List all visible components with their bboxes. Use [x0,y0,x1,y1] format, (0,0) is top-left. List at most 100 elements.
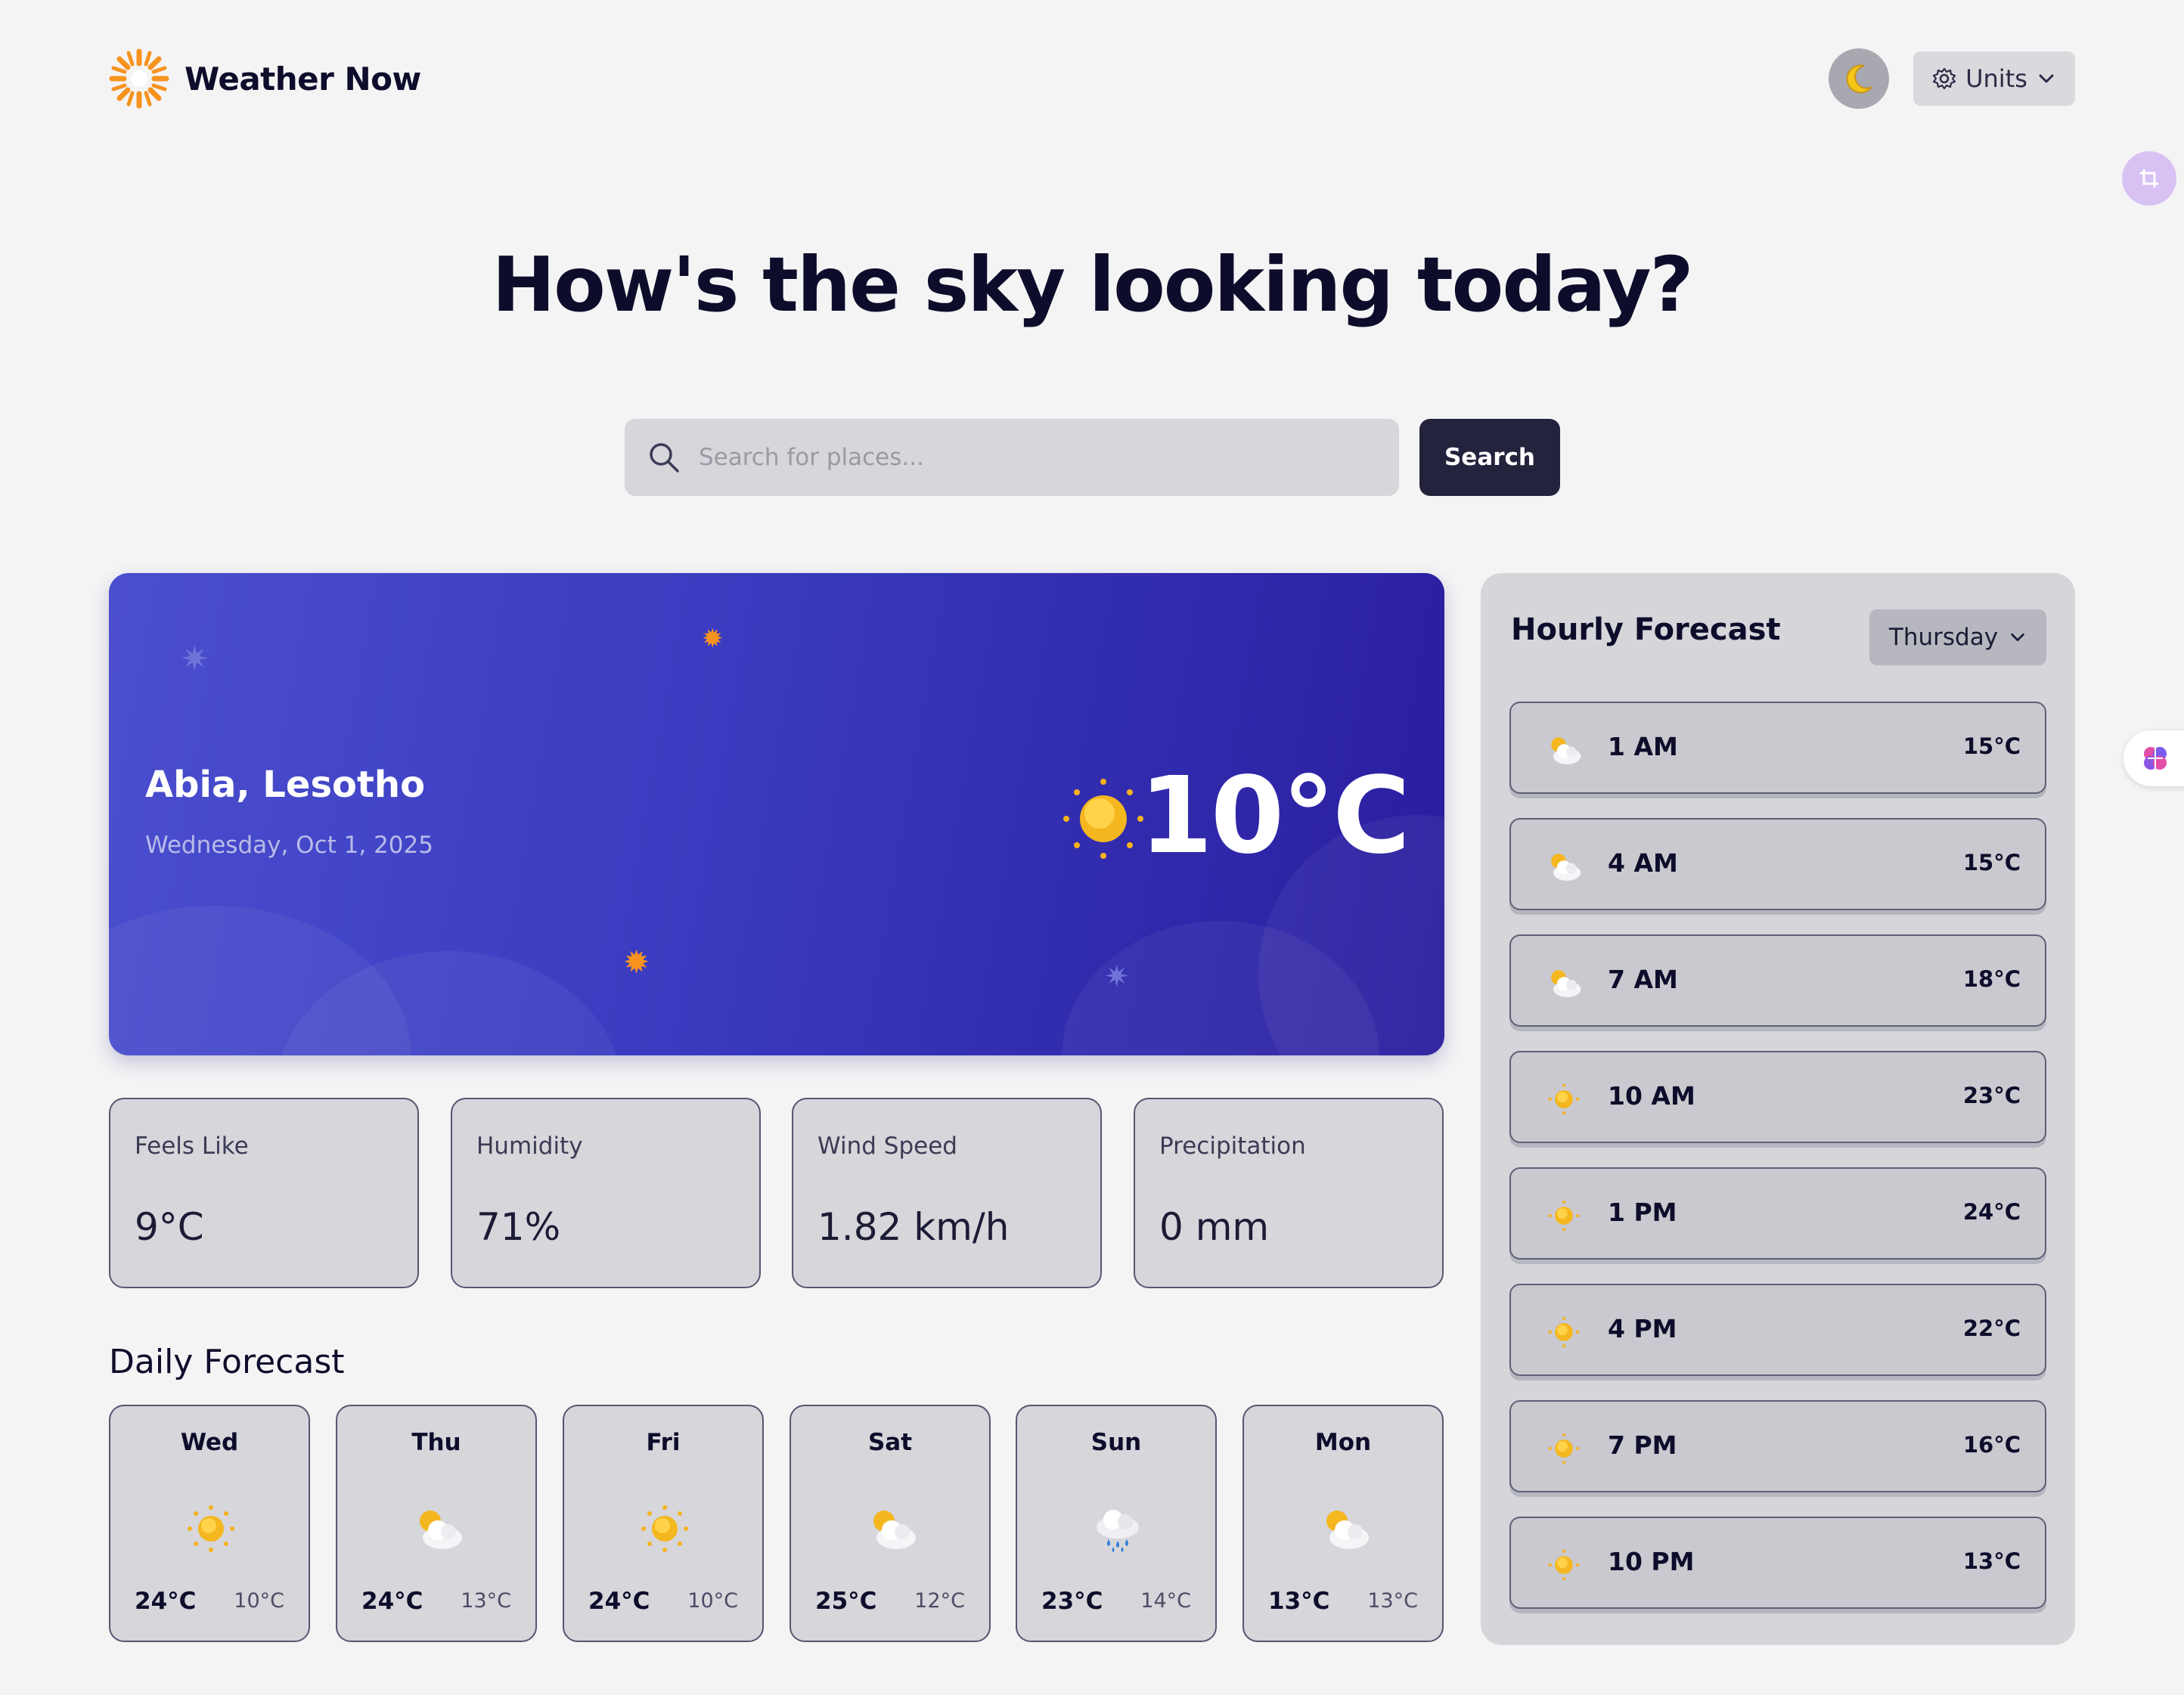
metric-card-precipitation: Precipitation 0 mm [1134,1098,1444,1288]
hourly-row: 4 PM 22°C [1509,1284,2046,1376]
sunny-icon [188,1505,234,1552]
day-high-temp: 13°C [1268,1588,1330,1615]
metric-card-humidity: Humidity 71% [451,1098,761,1288]
hour-temp: 16°C [1962,1432,2021,1458]
hour-time: 4 AM [1608,848,1678,878]
assistant-side-tab[interactable] [2124,730,2184,786]
sun-logo-icon [109,48,169,109]
sunny-icon [1548,1316,1580,1348]
chevron-down-icon [2039,74,2054,83]
search-button[interactable]: Search [1419,419,1560,496]
day-low-temp: 10°C [687,1589,738,1613]
hour-time: 1 PM [1608,1198,1677,1227]
day-low-temp: 10°C [234,1589,284,1613]
chevron-down-icon [2011,633,2024,642]
day-name: Sun [1090,1429,1142,1456]
daily-forecast-card[interactable]: Sun 23°C 14°C [1016,1405,1217,1642]
current-date: Wednesday, Oct 1, 2025 [145,832,433,859]
hour-time: 4 PM [1608,1314,1677,1343]
daily-forecast-title: Daily Forecast [109,1343,345,1381]
hour-temp: 18°C [1962,966,2021,992]
partly-cloudy-icon [1551,854,1581,881]
metric-card-feels-like: Feels Like 9°C [109,1098,419,1288]
crop-tool-button[interactable] [2122,151,2176,206]
day-high-temp: 24°C [135,1588,197,1615]
day-high-temp: 24°C [588,1588,650,1615]
day-selector-dropdown[interactable]: Thursday [1869,609,2046,665]
search-input[interactable] [697,443,1366,472]
hourly-forecast-title: Hourly Forecast [1511,612,1781,647]
hour-time: 7 AM [1608,965,1678,994]
metric-value: 71% [476,1205,561,1249]
partly-cloudy-icon [1551,737,1581,764]
sun-icon [1063,779,1143,859]
metric-label: Precipitation [1159,1133,1306,1160]
day-low-temp: 13°C [1367,1589,1418,1613]
day-name: Wed [180,1429,239,1456]
units-dropdown[interactable]: Units [1913,51,2075,106]
daily-forecast-card[interactable]: Sat 25°C 12°C [790,1405,991,1642]
metric-label: Wind Speed [817,1133,957,1160]
day-name: Mon [1314,1429,1372,1456]
daily-forecast-card[interactable]: Mon 13°C 13°C [1242,1405,1444,1642]
search-icon [650,443,679,473]
hourly-row: 4 AM 15°C [1509,818,2046,910]
metric-label: Humidity [476,1133,583,1160]
page-headline: How's the sky looking today? [492,240,1693,329]
sparkle-decoration: ✹ [623,944,650,981]
hour-temp: 24°C [1962,1199,2021,1225]
hour-temp: 23°C [1962,1083,2021,1108]
hourly-row: 10 AM 23°C [1509,1051,2046,1143]
partly-cloudy-icon [1326,1511,1369,1549]
metric-value: 1.82 km/h [817,1205,1010,1249]
current-temperature: 10°C [1139,755,1410,878]
day-name: Fri [646,1429,681,1456]
sparkle-decoration: ✷ [180,638,209,679]
day-low-temp: 12°C [914,1589,965,1613]
units-label: Units [1965,64,2027,93]
day-high-temp: 25°C [815,1588,877,1615]
hour-time: 7 PM [1608,1430,1677,1460]
daily-forecast-card[interactable]: Thu 24°C 13°C [336,1405,537,1642]
hour-time: 1 AM [1608,732,1678,761]
sunny-icon [641,1505,688,1552]
location-name: Abia, Lesotho [145,764,426,806]
metric-card-wind-speed: Wind Speed 1.82 km/h [792,1098,1102,1288]
sunny-icon [1548,1083,1580,1115]
day-name: Thu [411,1429,461,1456]
day-high-temp: 23°C [1041,1588,1103,1615]
day-low-temp: 13°C [461,1589,511,1613]
partly-cloudy-icon [1551,970,1581,997]
sunny-icon [1548,1200,1580,1232]
moon-icon [1846,64,1872,94]
sparkle-decoration: ✹ [702,624,724,654]
rain-icon [1097,1510,1139,1552]
partly-cloudy-icon [420,1511,462,1549]
metric-label: Feels Like [135,1133,249,1160]
brain-icon [2144,747,2167,770]
search-box[interactable] [625,419,1399,496]
sparkle-decoration: ✷ [1104,959,1130,994]
hourly-row: 1 AM 15°C [1509,702,2046,794]
hour-temp: 13°C [1962,1548,2021,1574]
daily-forecast-card[interactable]: Fri 24°C 10°C [563,1405,764,1642]
hour-temp: 15°C [1962,850,2021,875]
hour-time: 10 AM [1608,1081,1695,1111]
day-high-temp: 24°C [361,1588,423,1615]
day-low-temp: 14°C [1140,1589,1191,1613]
app-name: Weather Now [185,60,421,98]
hourly-row: 1 PM 24°C [1509,1167,2046,1260]
metric-value: 0 mm [1159,1205,1270,1249]
hour-temp: 22°C [1962,1315,2021,1341]
current-weather-card: ✷ ✹ ✹ ✷ Abia, Lesotho Wednesday, Oct 1, … [109,573,1444,1055]
theme-toggle-button[interactable] [1829,48,1889,109]
hourly-row: 7 PM 16°C [1509,1400,2046,1492]
sunny-icon [1548,1549,1580,1581]
hourly-forecast-panel: Hourly Forecast Thursday 1 AM 15°C 4 AM … [1481,573,2075,1645]
day-name: Sat [867,1429,913,1456]
partly-cloudy-icon [873,1511,916,1549]
daily-forecast-card[interactable]: Wed 24°C 10°C [109,1405,310,1642]
app-logo[interactable]: Weather Now [109,48,421,109]
gear-icon [1932,67,1956,90]
selected-day-label: Thursday [1888,624,1999,651]
